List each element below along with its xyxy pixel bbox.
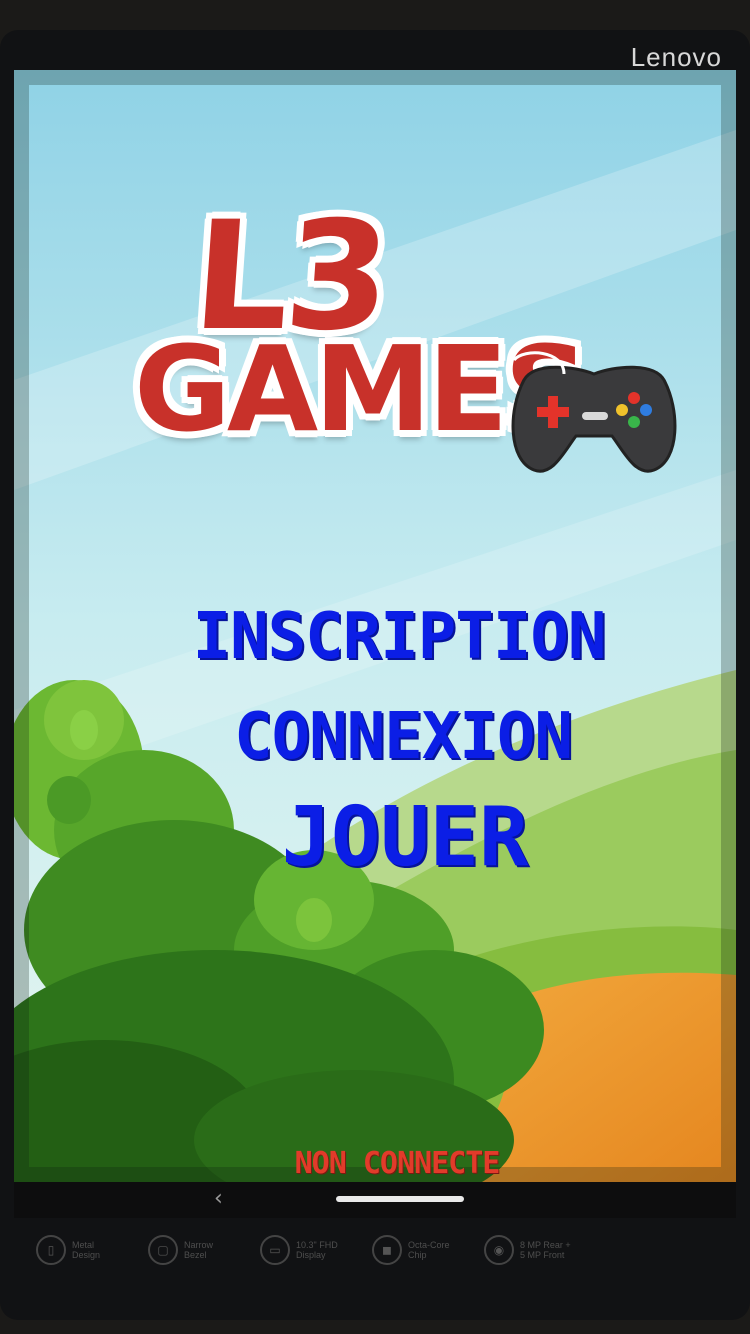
chip-icon: ◼ <box>372 1235 402 1265</box>
system-navigation-bar: ‹ <box>14 1182 736 1218</box>
camera-icon: ◉ <box>484 1235 514 1265</box>
display-icon: ▭ <box>260 1235 290 1265</box>
feature-display: ▭ 10.3" FHD Display <box>260 1235 352 1265</box>
feature-narrow-bezel: ▢ Narrow Bezel <box>148 1235 240 1265</box>
connexion-button[interactable]: CONNEXION <box>42 700 736 774</box>
feature-metal-design: ▯ Metal Design <box>36 1235 128 1265</box>
jouer-button[interactable]: JOUER <box>44 790 736 885</box>
device-feature-strip: ▯ Metal Design ▢ Narrow Bezel ▭ 10.3" FH… <box>36 1230 576 1270</box>
feature-camera: ◉ 8 MP Rear + 5 MP Front <box>484 1235 576 1265</box>
back-chevron-icon[interactable]: ‹ <box>214 1186 223 1211</box>
narrow-bezel-icon: ▢ <box>148 1235 178 1265</box>
feature-label: Metal Design <box>72 1240 101 1260</box>
feature-label: 10.3" FHD Display <box>296 1240 338 1260</box>
feature-label: Narrow Bezel <box>184 1240 214 1260</box>
brand-logo: Lenovo <box>630 42 722 72</box>
inscription-button[interactable]: INSCRIPTION <box>38 600 736 674</box>
feature-label: Octa-Core Chip <box>408 1240 450 1260</box>
metal-design-icon: ▯ <box>36 1235 66 1265</box>
game-logo: L3 GAMES <box>124 190 677 490</box>
feature-chip: ◼ Octa-Core Chip <box>372 1235 464 1265</box>
connection-status-label: NON CONNECTE <box>294 1146 501 1181</box>
game-screen: L3 GAMES INSCRIPTION CONNEXION JOUER NON… <box>14 70 736 1182</box>
gamepad-icon <box>511 351 677 473</box>
home-gesture-bar[interactable] <box>336 1196 464 1202</box>
feature-label: 8 MP Rear + 5 MP Front <box>520 1240 571 1260</box>
